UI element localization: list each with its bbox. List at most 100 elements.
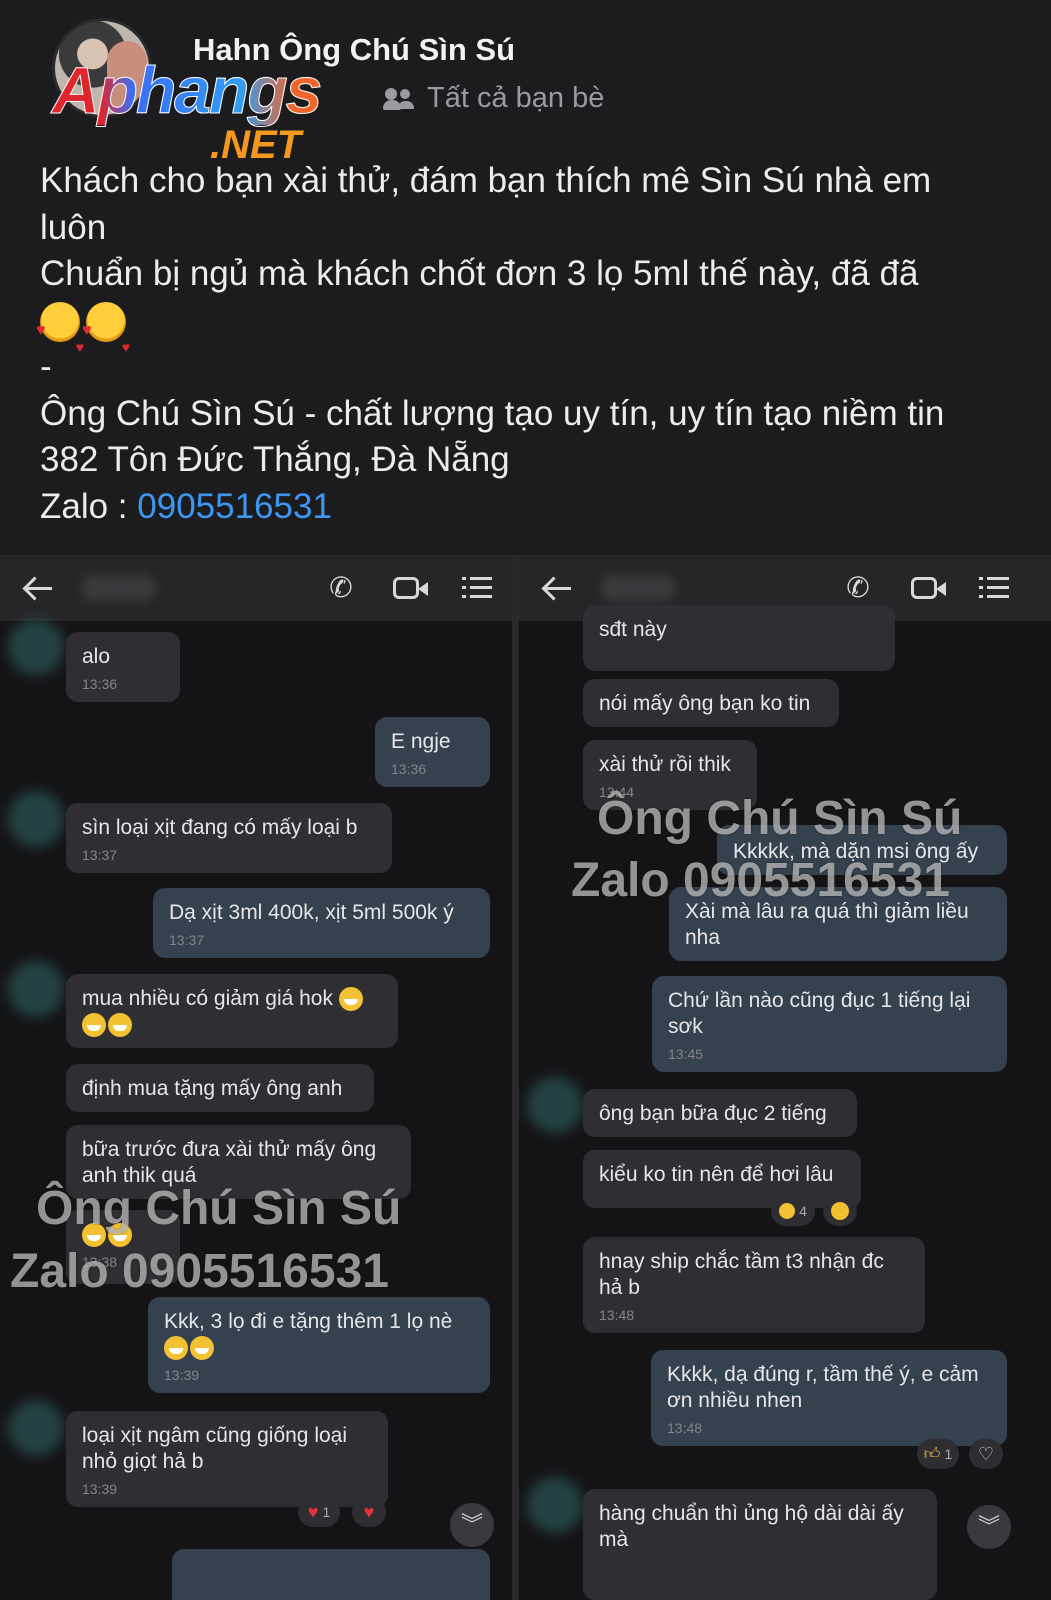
message-text: sđt này [599,618,667,641]
smiling-hearts-emoji-icon [36,302,84,371]
message-bubble[interactable]: loại xịt ngâm cũng giống loại nhỏ giọt h… [66,1411,388,1507]
post-line: luôn [40,207,107,247]
thumbs-up-icon: 👍︎ [923,1445,941,1463]
message-bubble-partial[interactable] [172,1549,490,1600]
reaction-badge[interactable]: 4 [771,1196,815,1226]
reaction-badge[interactable]: 👍︎ 1 [917,1439,959,1469]
reaction-count: 1 [322,1504,331,1520]
phone-icon[interactable]: ✆ [324,572,358,604]
sender-avatar [8,791,64,847]
message-text: sìn loại xịt đang có mấy loại b [82,816,358,839]
back-arrow-icon[interactable] [541,573,575,603]
message-bubble[interactable]: Kkkk, dạ đúng r, tầm thế ý, e cảm ơn nhi… [651,1350,1007,1446]
scroll-down-button[interactable]: ︾ [967,1505,1011,1549]
message-bubble[interactable]: E ngje 13:36 [375,717,490,787]
message-bubble[interactable]: Kkk, 3 lọ đi e tặng thêm 1 lọ nè 13:39 [148,1297,490,1393]
friends-icon [383,87,417,110]
video-call-icon[interactable] [911,577,937,599]
message-bubble[interactable]: kiểu ko tin nên để hơi lâu [583,1150,861,1208]
sender-avatar [527,1477,583,1533]
sender-avatar [8,1400,64,1456]
laughing-emoji-icon [108,1013,132,1038]
phone-icon[interactable]: ✆ [841,572,875,604]
message-bubble[interactable]: Dạ xịt 3ml 400k, xịt 5ml 500k ý 13:37 [153,888,490,958]
message-time: 13:48 [667,1420,703,1436]
message-text: nói mấy ông bạn ko tin [599,692,811,715]
post-line: Khách cho bạn xài thử, đám bạn thích mê … [40,161,932,200]
message-bubble[interactable]: nói mấy ông bạn ko tin [583,679,839,727]
grinning-emoji-icon [164,1336,188,1361]
message-text: kiểu ko tin nên để hơi lâu [599,1163,834,1186]
watermark-line: Zalo 0905516531 [571,854,950,907]
post-body: Khách cho bạn xài thử, đám bạn thích mê … [36,158,1020,531]
post-header: Hahn Ông Chú Sìn Sú Tất cả bạn bè Aphang… [0,0,1051,560]
post-line: 382 Tôn Đức Thắng, Đà Nẵng [40,440,510,479]
watermark-line: Ông Chú Sìn Sú [36,1182,402,1235]
sender-avatar [8,619,64,675]
scroll-down-button[interactable]: ︾ [450,1503,494,1547]
zalo-phone-link[interactable]: 0905516531 [137,487,332,526]
message-bubble[interactable]: định mua tặng mấy ông anh [66,1064,374,1112]
message-text: Chứ lần nào cũng đục 1 tiếng lại sơk [668,989,971,1038]
menu-list-icon[interactable] [462,577,492,599]
message-bubble[interactable]: Chứ lần nào cũng đục 1 tiếng lại sơk 13:… [652,976,1007,1072]
audience-label: Tất cả bạn bè [427,82,605,114]
react-button[interactable]: ♥ [352,1497,386,1527]
smiling-hearts-emoji-icon [82,302,130,371]
sender-avatar [527,1077,583,1133]
message-bubble[interactable]: mua nhiều có giảm giá hok [66,974,398,1048]
message-text: hnay ship chắc tầm t3 nhận đc hả b [599,1250,884,1299]
message-bubble[interactable]: hàng chuẩn thì ủng hộ dài dài ấy mà [583,1489,937,1600]
zalo-line: Zalo : 0905516531 [40,484,1020,531]
laughing-emoji-icon [338,987,363,1012]
menu-list-icon[interactable] [979,577,1009,599]
message-time: 13:36 [391,761,427,777]
react-button[interactable] [823,1196,857,1226]
contact-name-blurred [601,575,675,601]
message-time: 13:45 [668,1046,704,1062]
message-time: 13:37 [169,932,205,948]
watermark-logo: Aphangs .NET [51,53,322,168]
message-text: Kkk, 3 lọ đi e tặng thêm 1 lọ nè [164,1310,453,1333]
message-text: alo [82,645,111,668]
contact-name-blurred [82,575,156,601]
react-button[interactable]: ♡ [969,1439,1003,1469]
message-bubble[interactable]: alo 13:36 [66,632,180,702]
message-bubble[interactable]: sđt này [583,605,895,671]
zalo-label: Zalo : [40,486,138,526]
back-arrow-icon[interactable] [22,573,56,603]
post-line: Chuẩn bị ngủ mà khách chốt đơn 3 lọ 5ml … [40,254,919,293]
chat-screenshot-left: ✆ alo 13:36 E ngje 13:36 sìn loại xịt đa… [0,555,512,1600]
message-text: loại xịt ngâm cũng giống loại nhỏ giọt h… [82,1424,348,1473]
message-time: 13:37 [82,847,118,863]
message-time: 13:36 [82,676,118,692]
reaction-badge[interactable]: ♥ 1 [298,1497,340,1527]
message-text: hàng chuẩn thì ủng hộ dài dài ấy mà [599,1502,904,1551]
chat-topbar: ✆ [0,555,512,621]
laughing-emoji-icon [82,1013,106,1038]
laughing-emoji-icon [831,1202,849,1220]
message-text: mua nhiều có giảm giá hok [82,987,333,1010]
chevron-down-icon: ︾ [977,1514,1000,1539]
laughing-emoji-icon [779,1203,796,1219]
chevron-down-icon: ︾ [460,1512,483,1537]
message-bubble[interactable]: ông bạn bữa đục 2 tiếng [583,1089,857,1137]
message-text: Kkkk, dạ đúng r, tầm thế ý, e cảm ơn nhi… [667,1363,979,1412]
heart-icon: ♥ [363,1501,375,1522]
message-text: định mua tặng mấy ông anh [82,1077,343,1100]
heart-outline-icon: ♡ [977,1443,995,1464]
message-text: E ngje [391,730,451,753]
watermark-logo-text: Aphangs [51,53,322,127]
message-text: ông bạn bữa đục 2 tiếng [599,1102,827,1125]
message-bubble[interactable]: sìn loại xịt đang có mấy loại b 13:37 [66,803,392,873]
message-time: 13:39 [82,1481,118,1497]
grinning-emoji-icon [190,1336,214,1361]
video-call-icon[interactable] [393,577,419,599]
audience-selector[interactable]: Tất cả bạn bè [383,82,604,115]
message-bubble[interactable]: hnay ship chắc tầm t3 nhận đc hả b 13:48 [583,1237,925,1333]
watermark-line: Zalo 0905516531 [10,1245,389,1298]
reaction-count: 1 [944,1446,953,1462]
message-time: 13:39 [164,1367,200,1383]
reaction-count: 4 [799,1203,807,1219]
chat-screenshot-right: ✆ sđt này nói mấy ông bạn ko tin xài thử… [519,555,1051,1600]
